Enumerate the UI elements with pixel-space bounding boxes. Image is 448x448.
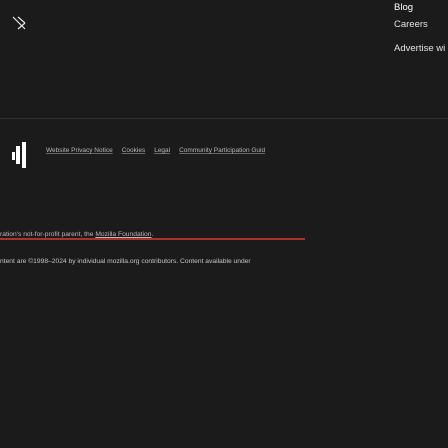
- focus-outline: [0, 238, 305, 240]
- copyright-text: ntent are ©1998–2024 by individual mozil…: [0, 258, 251, 265]
- legal-link-cookies[interactable]: Cookies: [122, 147, 145, 154]
- legal-link-community-guidelines[interactable]: Community Participation Guid: [179, 147, 265, 154]
- mozilla-foundation-link[interactable]: Mozilla Foundation: [95, 231, 151, 238]
- foundation-prefix: ration's not-for-profit parent, the: [0, 231, 96, 238]
- nav-link-advertise[interactable]: Advertise wi: [394, 43, 445, 54]
- legal-link-privacy[interactable]: Website Privacy Notice: [46, 147, 113, 154]
- chevron-right-icon[interactable]: [12, 16, 26, 30]
- nav-link-blog[interactable]: Blog: [394, 2, 413, 13]
- legal-links: Website Privacy Notice Cookies Legal Com…: [46, 147, 274, 154]
- foundation-statement: ration's not-for-profit parent, the Mozi…: [0, 231, 153, 238]
- mozilla-logo-icon[interactable]: [10, 140, 30, 170]
- footer-main: Blog Careers Advertise wi Website Privac…: [0, 0, 448, 215]
- foundation-suffix: .: [151, 231, 154, 238]
- nav-link-careers[interactable]: Careers: [394, 19, 428, 30]
- footer-divider: [0, 118, 448, 119]
- legal-link-legal[interactable]: Legal: [154, 147, 170, 154]
